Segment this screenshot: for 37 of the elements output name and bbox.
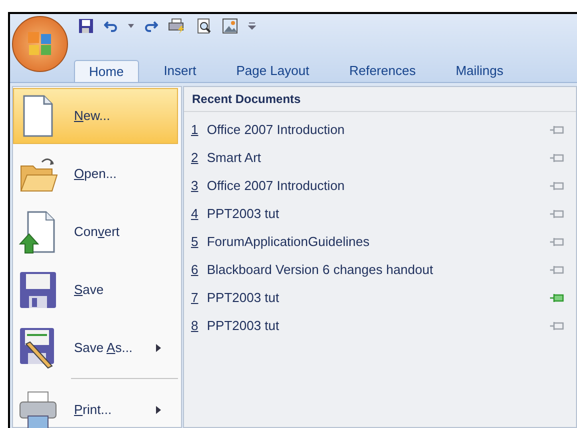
recent-document-link[interactable]: 1 Office 2007 Introduction	[191, 120, 550, 140]
customize-icon[interactable]	[248, 22, 256, 30]
pin-icon[interactable]	[550, 237, 564, 247]
recent-document-link[interactable]: 7 PPT2003 tut	[191, 288, 550, 308]
menu-item[interactable]: New...	[13, 88, 178, 144]
recent-document-link[interactable]: 2 Smart Art	[191, 148, 550, 168]
menu-item[interactable]: Save	[13, 262, 178, 318]
panel-title: Recent Documents	[184, 87, 576, 112]
save-icon[interactable]	[78, 18, 94, 34]
recent-document-link[interactable]: 5 ForumApplicationGuidelines	[191, 232, 550, 252]
recent-document-link[interactable]: 6 Blackboard Version 6 changes handout	[191, 260, 550, 280]
page-arrow-icon	[18, 210, 58, 254]
pin-icon[interactable]	[550, 125, 564, 135]
recent-document-link[interactable]: 3 Office 2007 Introduction	[191, 176, 550, 196]
ribbon-tab[interactable]: References	[334, 60, 431, 82]
menu-item[interactable]: Convert	[13, 204, 178, 260]
pin-icon[interactable]	[550, 321, 564, 331]
pin-icon[interactable]	[550, 153, 564, 163]
menu-item[interactable]: Open...	[13, 146, 178, 202]
recent-document-link[interactable]: 4 PPT2003 tut	[191, 204, 550, 224]
ribbon-tab[interactable]: Page Layout	[221, 60, 324, 82]
pin-icon[interactable]	[550, 293, 564, 303]
pin-icon[interactable]	[550, 181, 564, 191]
ribbon-tab[interactable]: Home	[74, 60, 139, 82]
undo-icon[interactable]	[104, 19, 118, 33]
redo-icon[interactable]	[144, 19, 158, 33]
ribbon-tab[interactable]: Mailings	[440, 60, 518, 82]
recent-document-link[interactable]: 8 PPT2003 tut	[191, 316, 550, 336]
dropdown-icon[interactable]	[128, 24, 134, 28]
quick-print-icon[interactable]	[168, 18, 186, 34]
print-preview-icon[interactable]	[196, 18, 212, 34]
menu-item[interactable]: Print...	[13, 382, 178, 428]
pin-icon[interactable]	[550, 209, 564, 219]
pin-icon[interactable]	[550, 265, 564, 275]
menu-item[interactable]: Save As...	[13, 320, 178, 376]
ribbon-tab[interactable]: Insert	[148, 60, 212, 82]
image-icon[interactable]	[222, 18, 238, 34]
